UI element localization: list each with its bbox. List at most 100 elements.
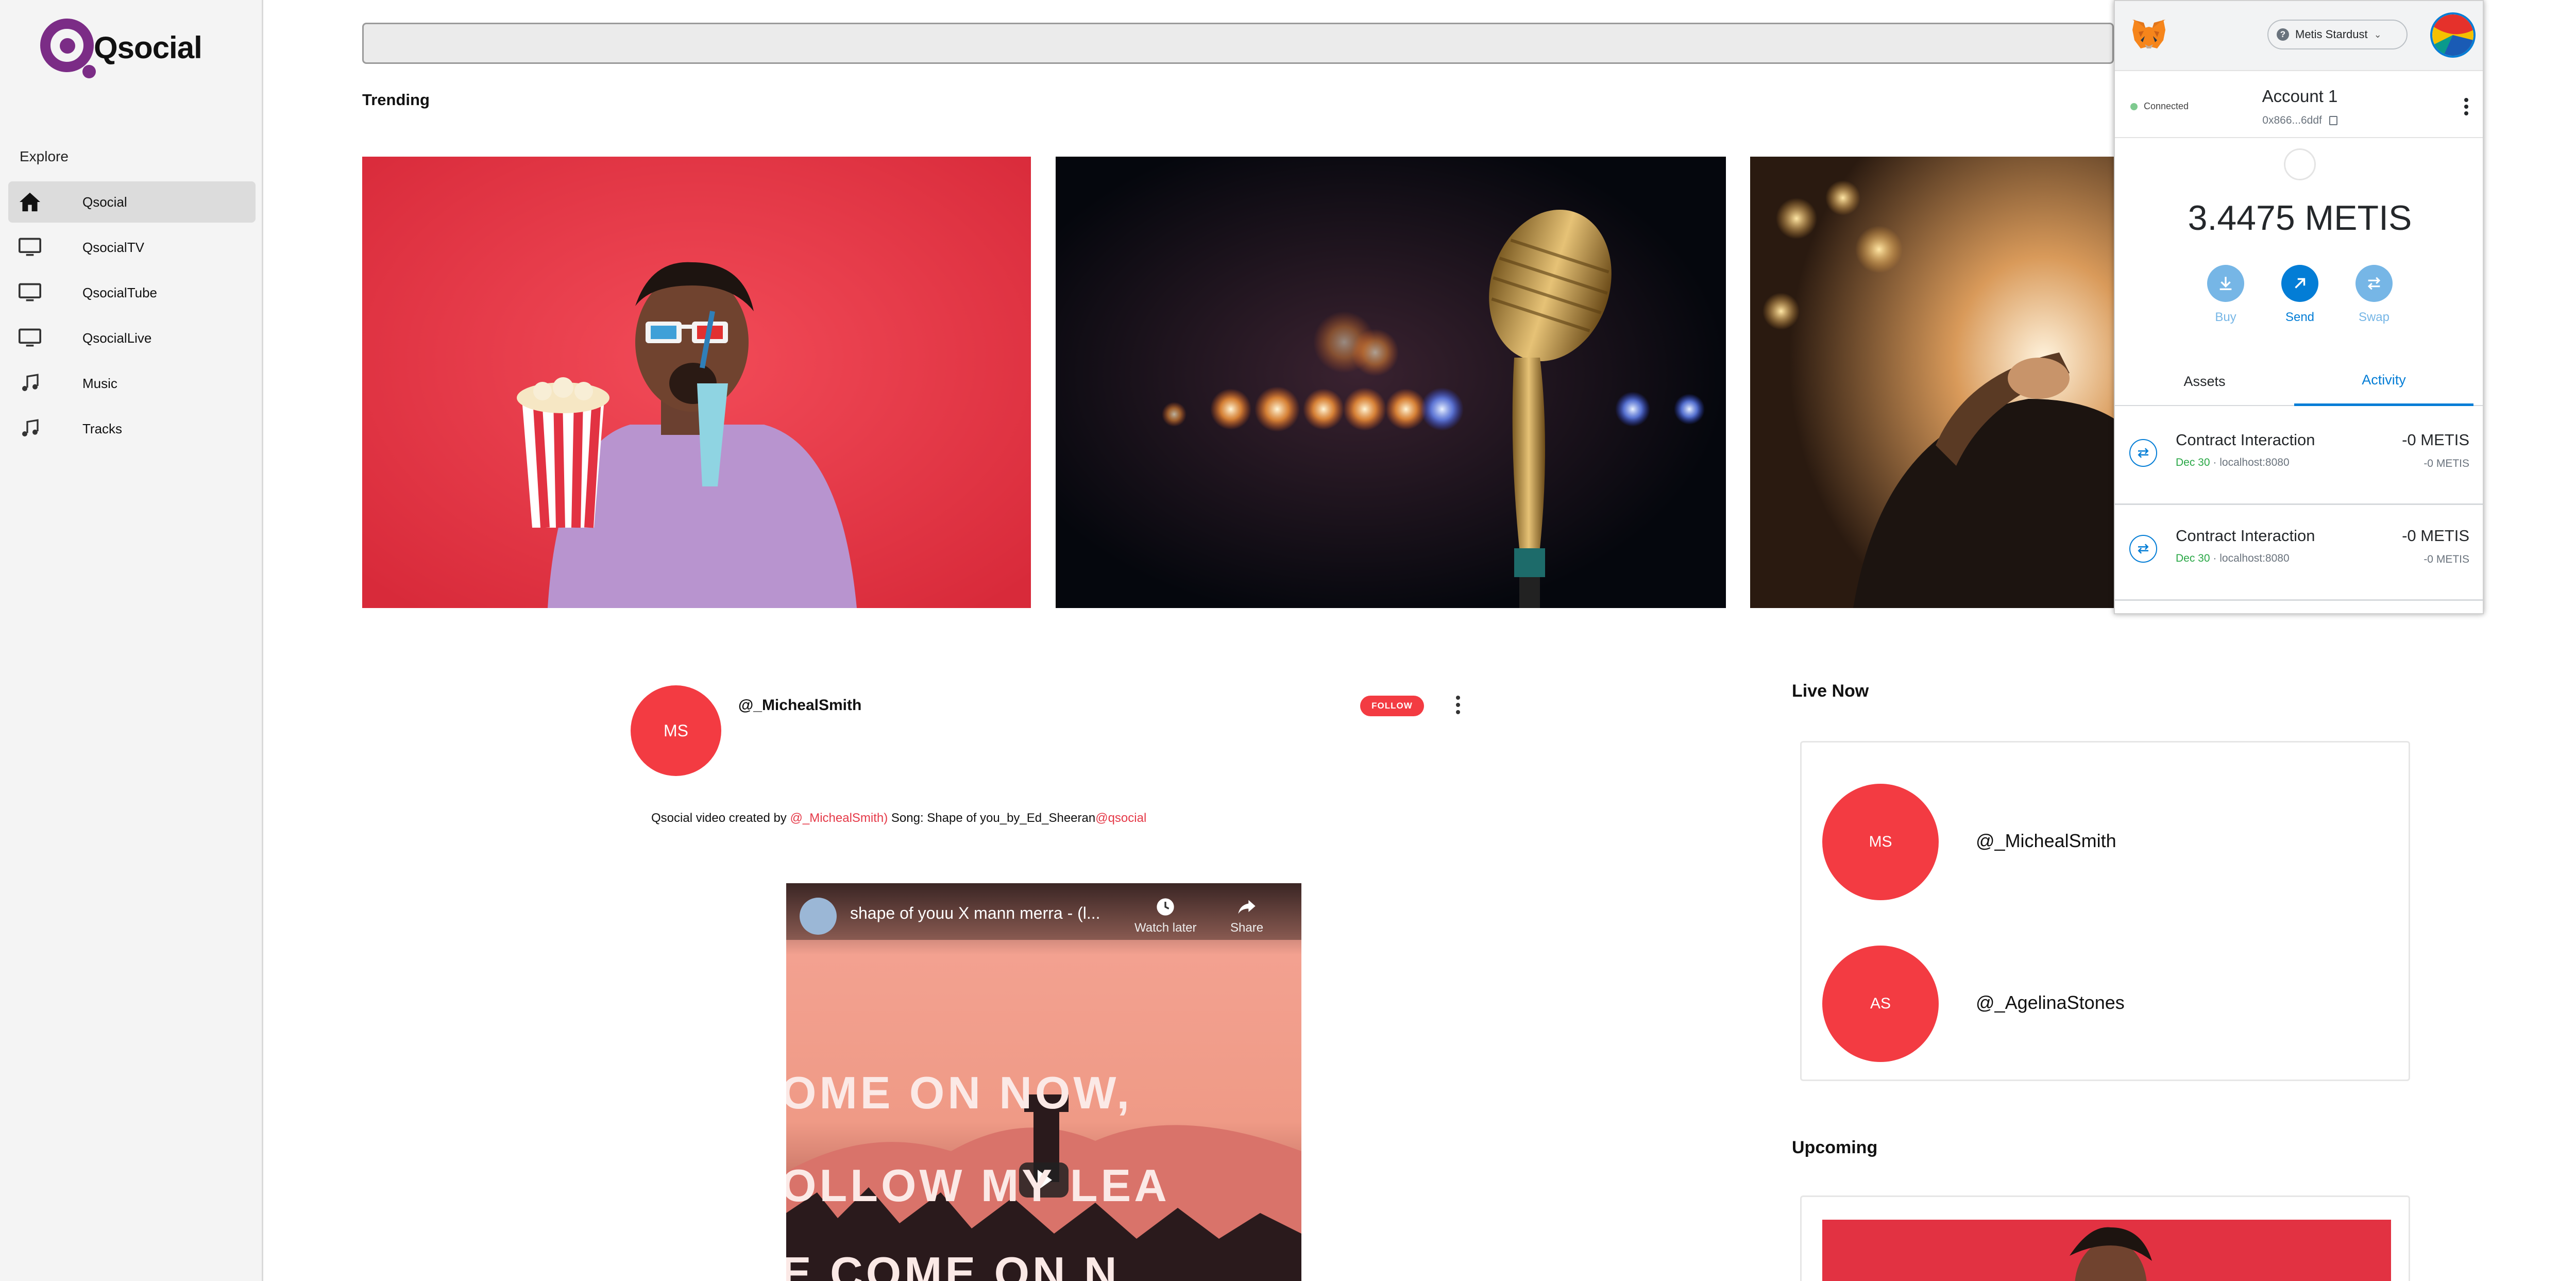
qsocial-logo-icon <box>38 15 98 79</box>
transaction-date: Dec 30 <box>2176 457 2210 468</box>
buy-label: Buy <box>2215 310 2236 324</box>
upcoming-card-image[interactable] <box>1822 1220 2391 1281</box>
sidebar-item-qsocialtv[interactable]: QsocialTV <box>8 227 256 268</box>
sidebar: Qsocial Explore Qsocial QsocialTV Qsocia <box>0 0 263 1281</box>
wallet-tabs: Assets Activity <box>2115 357 2483 406</box>
account-section: Connected Account 1 0x866...6ddf <box>2115 71 2483 138</box>
send-button[interactable]: Send <box>2263 265 2337 325</box>
transaction-title: Contract Interaction <box>2176 527 2315 545</box>
post-options-icon[interactable] <box>1456 696 1461 717</box>
channel-avatar[interactable] <box>800 898 837 935</box>
sidebar-item-label: Tracks <box>82 420 123 436</box>
metamask-fox-icon[interactable] <box>2130 18 2167 50</box>
watch-later-label: Watch later <box>1134 921 1197 935</box>
live-user-name[interactable]: @_MichealSmith <box>1976 830 2116 852</box>
trending-card-popcorn[interactable] <box>362 157 1031 608</box>
follow-button[interactable]: FOLLOW <box>1360 696 1424 716</box>
card-image <box>362 157 1031 608</box>
caption-tag[interactable]: @qsocial <box>1095 811 1146 825</box>
buy-button[interactable]: Buy <box>2189 265 2263 325</box>
post-caption: Qsocial video created by @_MichealSmith)… <box>651 811 1146 825</box>
avatar[interactable]: MS <box>631 685 721 776</box>
network-name: Metis Stardust <box>2295 28 2368 41</box>
sidebar-item-label: QsocialLive <box>82 330 152 346</box>
caption-mention[interactable]: @_MichealSmith) <box>790 811 888 825</box>
share-button[interactable]: Share <box>1230 897 1263 935</box>
account-options-icon[interactable] <box>2464 98 2469 118</box>
monitor-icon <box>18 326 42 350</box>
caption-middle: Song: Shape of you_by_Ed_Sheeran <box>888 811 1096 825</box>
video-overlay-text-1: OME ON NOW, <box>786 1067 1132 1118</box>
send-label: Send <box>2285 310 2315 324</box>
brand-logo[interactable]: Qsocial <box>38 15 202 79</box>
sidebar-section-title: Explore <box>20 148 69 164</box>
trending-card-guitarist[interactable] <box>1750 157 2142 608</box>
share-icon <box>1238 900 1256 914</box>
transaction-amount: -0 METIS <box>2402 527 2469 545</box>
sidebar-item-tracks[interactable]: Tracks <box>8 408 256 449</box>
music-note-icon <box>18 371 42 396</box>
sidebar-item-label: Qsocial <box>82 194 127 210</box>
trending-title: Trending <box>362 91 430 109</box>
upcoming-panel <box>1800 1195 2410 1281</box>
account-avatar[interactable] <box>2430 12 2476 58</box>
video-title[interactable]: shape of youu X mann merra - (l... <box>850 904 1100 923</box>
swap-label: Swap <box>2358 310 2390 324</box>
video-overlay-text-2: OLLOW MY LEA <box>786 1160 1170 1211</box>
live-now-panel: MS @_MichealSmith AS @_AgelinaStones <box>1800 741 2410 1081</box>
post-username[interactable]: @_MichealSmith <box>738 697 861 714</box>
transaction-origin: localhost:8080 <box>2219 552 2290 564</box>
monitor-icon <box>18 235 42 260</box>
sidebar-item-label: Music <box>82 375 117 391</box>
balance-amount: 3.4475 METIS <box>2188 198 2412 238</box>
sidebar-item-label: QsocialTube <box>82 284 157 300</box>
card-image <box>1056 157 1726 608</box>
sidebar-item-qsocial[interactable]: Qsocial <box>8 181 256 223</box>
account-address[interactable]: 0x866...6ddf <box>2115 114 2483 127</box>
swap-button[interactable]: Swap <box>2337 265 2411 325</box>
video-overlay-text-3: E COME ON N <box>786 1248 1120 1281</box>
share-label: Share <box>1230 921 1264 935</box>
search-input[interactable] <box>362 23 2114 64</box>
metamask-header: ? Metis Stardust ⌄ <box>2115 1 2483 71</box>
monitor-icon <box>18 280 42 305</box>
sidebar-item-music[interactable]: Music <box>8 363 256 404</box>
home-icon <box>18 190 42 214</box>
account-address-text: 0x866...6ddf <box>2262 114 2322 126</box>
swap-icon <box>2355 265 2393 302</box>
tab-activity[interactable]: Activity <box>2294 357 2473 406</box>
avatar[interactable]: AS <box>1822 946 1939 1062</box>
transaction-row[interactable]: Contract Interaction Dec 30 · localhost:… <box>2115 505 2483 601</box>
brand-name: Qsocial <box>94 30 202 65</box>
contract-interaction-icon <box>2129 439 2157 467</box>
app-root: Qsocial Explore Qsocial QsocialTV Qsocia <box>0 0 2576 1281</box>
avatar[interactable]: MS <box>1822 784 1939 900</box>
token-icon <box>2284 148 2316 180</box>
copy-icon <box>2329 116 2337 126</box>
wallet-actions: Buy Send Swap <box>2115 265 2483 325</box>
trending-card-microphone[interactable] <box>1056 157 1726 608</box>
transaction-amount-secondary: -0 METIS <box>2424 458 2469 469</box>
transaction-title: Contract Interaction <box>2176 431 2315 449</box>
transaction-meta: Dec 30 · localhost:8080 <box>2176 457 2290 468</box>
sidebar-item-qsocialtube[interactable]: QsocialTube <box>8 272 256 313</box>
download-icon <box>2207 265 2244 302</box>
contract-interaction-icon <box>2129 535 2157 563</box>
transaction-row[interactable]: Contract Interaction Dec 30 · localhost:… <box>2115 409 2483 505</box>
help-icon: ? <box>2277 28 2289 41</box>
live-now-title: Live Now <box>1792 681 1869 701</box>
live-user-name[interactable]: @_AgelinaStones <box>1976 992 2125 1014</box>
card-image <box>1750 157 2142 608</box>
arrow-up-right-icon <box>2281 265 2318 302</box>
watch-later-button[interactable]: Watch later <box>1134 897 1196 935</box>
video-player[interactable]: shape of youu X mann merra - (l... Watch… <box>786 883 1301 1281</box>
network-selector[interactable]: ? Metis Stardust ⌄ <box>2267 20 2408 49</box>
transaction-amount-secondary: -0 METIS <box>2424 553 2469 565</box>
transaction-amount: -0 METIS <box>2402 431 2469 449</box>
metamask-popup: ? Metis Stardust ⌄ Connected Account 1 0… <box>2114 0 2484 614</box>
tab-assets[interactable]: Assets <box>2115 357 2294 406</box>
transaction-date: Dec 30 <box>2176 552 2210 564</box>
sidebar-item-qsociallive[interactable]: QsocialLive <box>8 317 256 359</box>
caption-prefix: Qsocial video created by <box>651 811 790 825</box>
sidebar-nav: Qsocial QsocialTV QsocialTube QsocialLiv… <box>8 181 256 453</box>
